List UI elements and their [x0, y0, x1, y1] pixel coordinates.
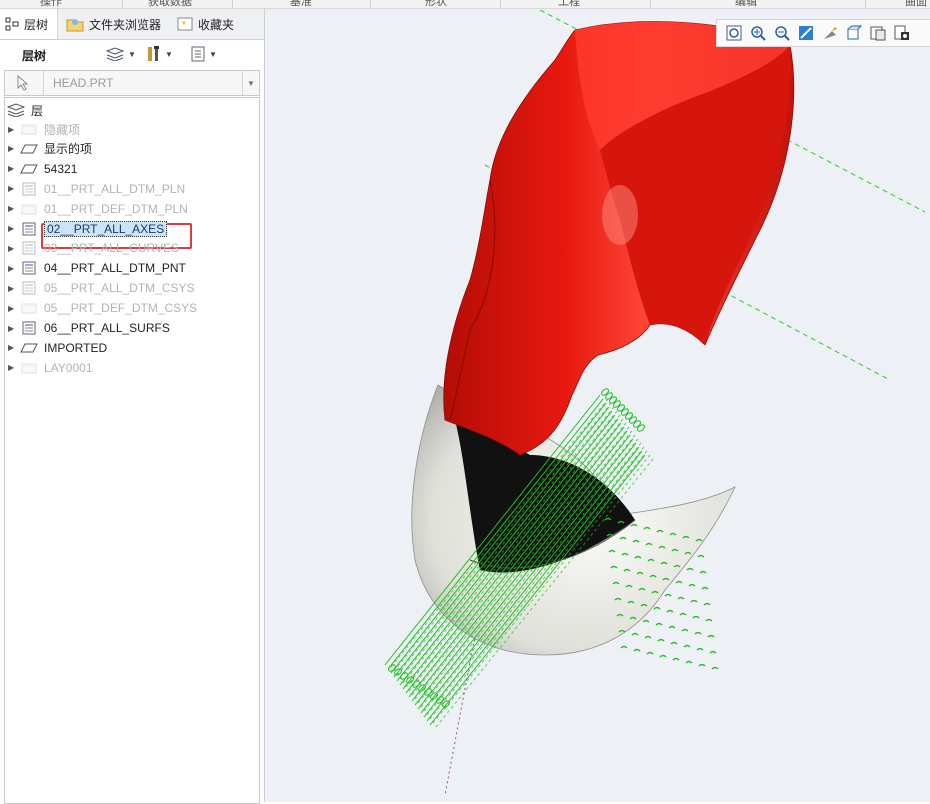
layer-folder-icon: [20, 301, 38, 315]
layer-plane-icon: [20, 142, 38, 156]
layers-icon: [105, 47, 125, 61]
layer-plane-icon: [20, 341, 38, 355]
graphics-window[interactable]: [265, 9, 930, 802]
tree-row[interactable]: ▶ 显示的项: [8, 140, 92, 158]
layer-toolbar: 层树 ▼ ▼ ▼: [0, 40, 264, 68]
layer-tree-icon: [5, 17, 19, 31]
perspective-icon[interactable]: [893, 24, 911, 42]
tree-row-label: 01__PRT_ALL_DTM_PLN: [44, 181, 186, 196]
tab-layer-tree[interactable]: 层树: [0, 9, 58, 39]
view-toolbar: [716, 19, 930, 47]
tab-label: 收藏夹: [198, 17, 235, 32]
tree-row[interactable]: ▶ 06__PRT_ALL_SURFS: [8, 319, 170, 337]
tree-row[interactable]: ▶ 54321: [8, 160, 77, 178]
expand-arrow-icon[interactable]: ▶: [8, 125, 18, 134]
layer-folder-icon: [20, 361, 38, 375]
tree-row-label: 54321: [44, 161, 78, 176]
layer-settings-button[interactable]: ▼: [146, 45, 173, 63]
expand-arrow-icon[interactable]: ▶: [8, 363, 18, 372]
tree-row[interactable]: ▶ 02__PRT_ALL_AXES: [8, 220, 168, 238]
layer-display-button[interactable]: ▼: [105, 45, 136, 63]
expand-arrow-icon[interactable]: ▶: [8, 304, 18, 313]
tree-row[interactable]: ▶ 03__PRT_ALL_CURVES: [8, 239, 179, 257]
layer-list-icon: [20, 261, 38, 275]
layer-plane-icon: [20, 162, 38, 176]
tree-row[interactable]: ▶ 01__PRT_DEF_DTM_PLN: [8, 200, 188, 218]
expand-arrow-icon[interactable]: ▶: [8, 264, 18, 273]
tree-row-label: 05__PRT_DEF_DTM_CSYS: [44, 301, 198, 316]
expand-arrow-icon[interactable]: ▶: [8, 144, 18, 153]
toolbar-title: 层树: [22, 49, 47, 63]
head-shell-surface: [443, 21, 795, 456]
expand-arrow-icon[interactable]: ▶: [8, 224, 18, 233]
zoom-out-icon[interactable]: [773, 24, 791, 42]
document-list-icon: [191, 46, 205, 62]
layer-properties-button[interactable]: ▼: [190, 45, 217, 63]
display-style-icon[interactable]: [821, 24, 839, 42]
panel-tabs: 层树 文件夹浏览器 * 收藏夹: [0, 9, 264, 40]
expand-arrow-icon[interactable]: ▶: [8, 204, 18, 213]
tree-row-label: 04__PRT_ALL_DTM_PNT: [44, 261, 186, 276]
zoom-in-icon[interactable]: [749, 24, 767, 42]
tree-row-label: LAY0001: [44, 360, 93, 375]
ribbon-group-label: 基准: [290, 0, 312, 8]
folder-browser-icon: [66, 19, 84, 32]
tools-icon: [148, 46, 159, 61]
tab-label: 文件夹浏览器: [89, 17, 162, 32]
svg-text:*: *: [182, 20, 186, 31]
layer-list-icon: [20, 321, 38, 335]
layers-icon: [7, 103, 25, 117]
saved-views-icon[interactable]: [845, 24, 863, 42]
repaint-icon[interactable]: [797, 24, 815, 42]
tree-row[interactable]: ▶ 隐藏项: [8, 120, 80, 138]
tab-folder-browser[interactable]: 文件夹浏览器: [66, 9, 161, 39]
ribbon-group-label: 形状: [425, 0, 447, 8]
layer-list-icon: [20, 241, 38, 255]
ribbon-group-label: 曲面: [905, 0, 927, 8]
ribbon-group-label: 工程: [558, 0, 580, 8]
tree-root: 层: [7, 101, 43, 119]
model-viewport[interactable]: [265, 9, 930, 802]
ribbon-strip: 操作 获取数据 基准 形状 工程 编辑 曲面: [0, 0, 930, 9]
expand-arrow-icon[interactable]: ▶: [8, 184, 18, 193]
tree-row[interactable]: ▶ LAY0001: [8, 359, 93, 377]
tree-row-label: 05__PRT_ALL_DTM_CSYS: [44, 281, 195, 296]
ribbon-group-label: 获取数据: [148, 0, 192, 8]
tree-row-label: 02__PRT_ALL_AXES: [44, 220, 168, 237]
tree-row[interactable]: ▶ 01__PRT_ALL_DTM_PLN: [8, 180, 185, 198]
favorites-icon: *: [177, 17, 193, 31]
refit-icon[interactable]: [725, 24, 743, 42]
layer-list-icon: [20, 182, 38, 196]
tree-row[interactable]: ▶ 05__PRT_ALL_DTM_CSYS: [8, 279, 195, 297]
expand-arrow-icon[interactable]: ▶: [8, 324, 18, 333]
tree-row-label: 06__PRT_ALL_SURFS: [44, 321, 170, 335]
model-tree-panel: 层树 文件夹浏览器 * 收藏夹 层树 ▼ ▼ ▼ HEAD.PRT ▼ 层 ▶ …: [0, 9, 265, 804]
layer-folder-icon: [20, 202, 38, 216]
tab-label: 层树: [24, 17, 49, 32]
layer-folder-icon: [20, 122, 38, 136]
select-pointer-icon: [17, 75, 29, 91]
chevron-down-icon[interactable]: ▼: [242, 71, 259, 95]
ribbon-group-label: 编辑: [735, 0, 757, 8]
tree-row-label: 显示的项: [44, 142, 93, 157]
tree-root-label: 层: [31, 103, 44, 118]
layer-list-icon: [20, 281, 38, 295]
tab-favorites[interactable]: * 收藏夹: [177, 9, 234, 39]
active-model-name: HEAD.PRT: [53, 76, 114, 90]
tree-row[interactable]: ▶ IMPORTED: [8, 339, 107, 357]
tree-row[interactable]: ▶ 05__PRT_DEF_DTM_CSYS: [8, 299, 197, 317]
active-model-selector[interactable]: HEAD.PRT ▼: [4, 70, 260, 96]
view-manager-icon[interactable]: [869, 24, 887, 42]
tree-row-label: IMPORTED: [44, 340, 108, 355]
tree-row-label: 01__PRT_DEF_DTM_PLN: [44, 201, 188, 216]
ribbon-group-label: 操作: [40, 0, 62, 8]
expand-arrow-icon[interactable]: ▶: [8, 244, 18, 253]
tree-row-label: 隐藏项: [44, 122, 81, 137]
tree-row[interactable]: ▶ 04__PRT_ALL_DTM_PNT: [8, 259, 186, 277]
layer-list-icon: [20, 222, 38, 236]
expand-arrow-icon[interactable]: ▶: [8, 164, 18, 173]
expand-arrow-icon[interactable]: ▶: [8, 284, 18, 293]
expand-arrow-icon[interactable]: ▶: [8, 343, 18, 352]
tree-row-label: 03__PRT_ALL_CURVES: [44, 241, 179, 256]
